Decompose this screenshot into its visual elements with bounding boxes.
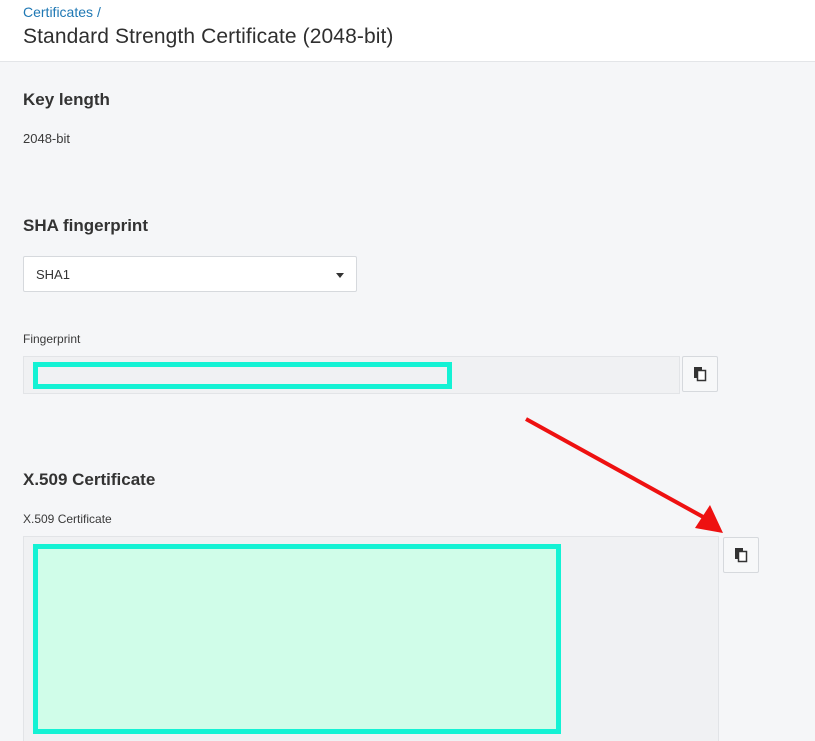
copy-certificate-button[interactable] bbox=[723, 537, 759, 573]
copy-icon bbox=[735, 548, 748, 563]
sha-algorithm-select[interactable]: SHA1 bbox=[23, 256, 357, 292]
page-header: Certificates / Standard Strength Certific… bbox=[0, 0, 815, 62]
fingerprint-field[interactable] bbox=[23, 356, 680, 394]
breadcrumb-separator: / bbox=[97, 4, 101, 20]
x509-heading: X.509 Certificate bbox=[23, 470, 156, 489]
redacted-fingerprint bbox=[33, 362, 452, 389]
breadcrumb: Certificates / bbox=[23, 4, 101, 20]
key-length-value: 2048-bit bbox=[23, 131, 70, 146]
key-length-heading: Key length bbox=[23, 90, 110, 109]
fingerprint-label: Fingerprint bbox=[23, 332, 81, 346]
x509-label: X.509 Certificate bbox=[23, 512, 112, 526]
x509-certificate-textarea[interactable] bbox=[23, 536, 719, 741]
chevron-down-icon bbox=[336, 273, 344, 278]
sha-algorithm-selected-value: SHA1 bbox=[36, 267, 70, 282]
sha-fingerprint-heading: SHA fingerprint bbox=[23, 216, 148, 235]
page-title: Standard Strength Certificate (2048-bit) bbox=[23, 25, 394, 48]
breadcrumb-link-certificates[interactable]: Certificates bbox=[23, 4, 93, 20]
copy-icon bbox=[694, 367, 707, 382]
redacted-certificate bbox=[33, 544, 561, 734]
copy-fingerprint-button[interactable] bbox=[682, 356, 718, 392]
